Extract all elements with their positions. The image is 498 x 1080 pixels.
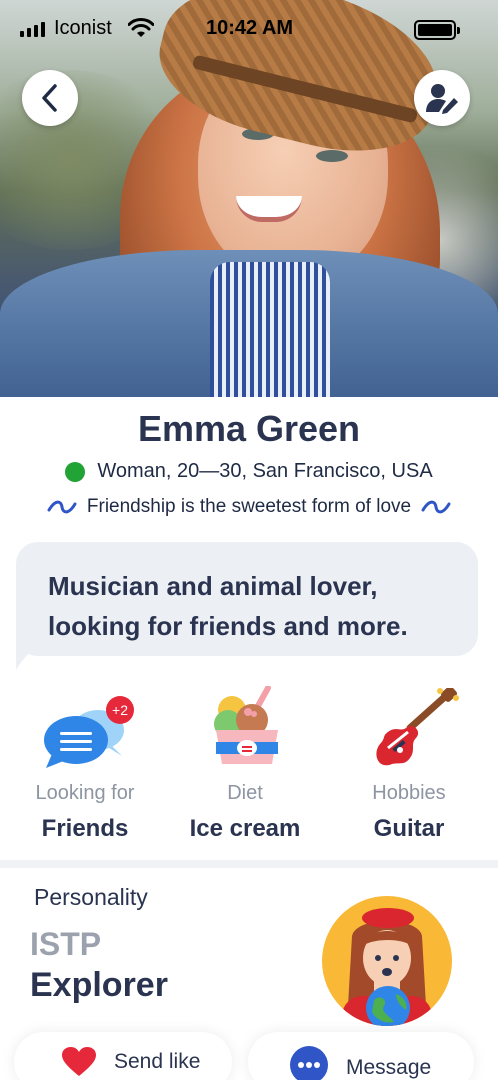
chevron-left-icon bbox=[42, 84, 57, 112]
guitar-icon bbox=[376, 688, 459, 766]
status-time: 10:42 AM bbox=[206, 17, 294, 39]
photo-shirt bbox=[210, 262, 330, 397]
profile-meta: Woman, 20—30, San Francisco, USA bbox=[0, 460, 498, 483]
personality-type: Explorer bbox=[30, 966, 168, 1004]
feature-label: Diet bbox=[227, 782, 263, 804]
ice-cream-icon bbox=[214, 686, 278, 764]
feature-hobbies[interactable]: Hobbies Guitar bbox=[326, 686, 492, 843]
looking-for-badge: +2 bbox=[112, 702, 128, 718]
send-like-label: Send like bbox=[114, 1050, 201, 1073]
feature-value: Friends bbox=[41, 815, 129, 842]
explorer-avatar-illustration bbox=[342, 908, 432, 1026]
status-bar: Iconist 10:42 AM bbox=[0, 14, 498, 44]
feature-value: Ice cream bbox=[189, 815, 301, 842]
profile-tagline: Friendship is the sweetest form of love bbox=[0, 496, 498, 518]
signal-icon bbox=[20, 22, 45, 37]
bio-text: Musician and animal lover, looking for f… bbox=[48, 571, 408, 641]
wifi-icon bbox=[128, 18, 154, 37]
tilde-right-icon bbox=[421, 500, 451, 514]
heart-icon bbox=[62, 1047, 96, 1076]
send-like-button[interactable]: Send like bbox=[14, 1032, 232, 1080]
message-button[interactable]: Message bbox=[248, 1032, 474, 1080]
section-divider bbox=[0, 860, 498, 868]
photo-eye-right bbox=[316, 150, 348, 162]
personality-title: Personality bbox=[34, 884, 148, 910]
online-status-dot bbox=[65, 461, 86, 482]
chat-bubbles-icon: +2 bbox=[44, 696, 134, 768]
feature-looking-for[interactable]: +2 Looking for Friends bbox=[2, 686, 168, 843]
personality-avatar bbox=[322, 896, 452, 1026]
feature-diet[interactable]: Diet Ice cream bbox=[162, 686, 328, 843]
feature-label: Hobbies bbox=[372, 782, 446, 804]
tilde-left-icon bbox=[47, 500, 77, 514]
message-label: Message bbox=[346, 1056, 432, 1079]
carrier-name: Iconist bbox=[54, 17, 112, 39]
back-button[interactable] bbox=[22, 70, 78, 126]
profile-name: Emma Green bbox=[137, 408, 361, 449]
chat-dots-icon bbox=[290, 1046, 328, 1080]
feature-value: Guitar bbox=[373, 815, 445, 842]
profile-photo bbox=[0, 0, 498, 397]
personality-code: ISTP bbox=[30, 926, 102, 962]
battery-icon bbox=[414, 20, 460, 40]
feature-label: Looking for bbox=[35, 782, 135, 804]
profile-demographics: Woman, 20—30, San Francisco, USA bbox=[97, 460, 433, 482]
tagline-text: Friendship is the sweetest form of love bbox=[86, 496, 412, 517]
edit-profile-button[interactable] bbox=[414, 70, 470, 126]
user-edit-icon bbox=[426, 84, 458, 114]
